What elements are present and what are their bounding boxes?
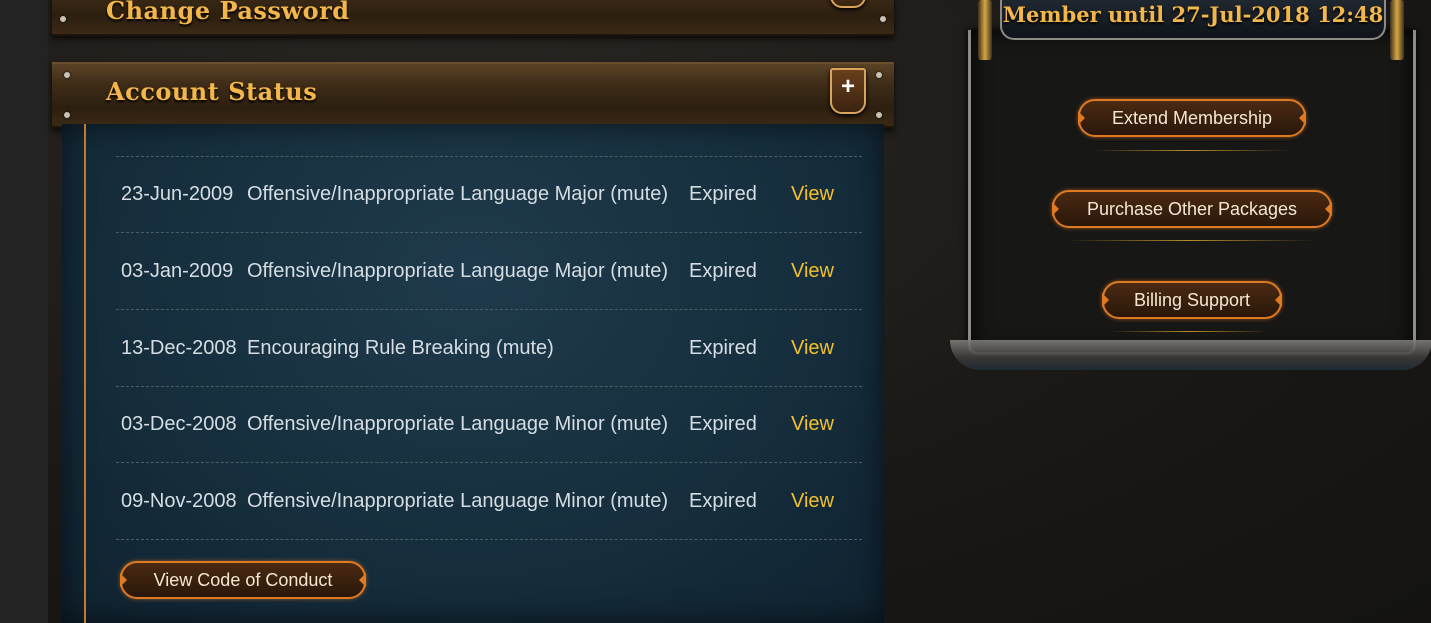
offence-row: 03-Jan-2009 Offensive/Inappropriate Lang…: [116, 233, 862, 310]
offence-row: 03-Dec-2008 Offensive/Inappropriate Lang…: [116, 386, 862, 463]
membership-panel: Member until 27-Jul-2018 12:48 Extend Me…: [950, 0, 1431, 380]
offence-row: 23-Jun-2009 Offensive/Inappropriate Lang…: [116, 156, 862, 233]
change-password-header[interactable]: Change Password: [52, 0, 894, 36]
view-code-of-conduct-button[interactable]: View Code of Conduct: [120, 561, 366, 599]
pillar-ornament-left: [978, 0, 992, 60]
account-status-title: Account Status: [106, 77, 318, 106]
membership-expiry-banner: Member until 27-Jul-2018 12:48: [1000, 0, 1386, 40]
view-offence-link[interactable]: View: [791, 386, 834, 462]
view-offence-link[interactable]: View: [791, 463, 834, 539]
page-left-margin: [0, 0, 48, 623]
pillar-ornament-right: [1390, 0, 1404, 60]
offence-status: Expired: [689, 337, 757, 359]
divider: [1110, 331, 1270, 332]
offence-row-partial: [116, 122, 862, 157]
offence-date: 03-Jan-2009: [121, 260, 234, 282]
divider: [1065, 240, 1315, 241]
offence-type: Offensive/Inappropriate Language Minor (…: [247, 490, 668, 512]
offence-type: Encouraging Rule Breaking (mute): [247, 337, 554, 359]
account-status-panel: 23-Jun-2009 Offensive/Inappropriate Lang…: [62, 124, 884, 623]
offence-status: Expired: [689, 260, 757, 282]
offence-row: 13-Dec-2008 Encouraging Rule Breaking (m…: [116, 310, 862, 387]
account-status-header[interactable]: Account Status +: [52, 62, 894, 128]
change-password-toggle-icon[interactable]: [830, 0, 866, 8]
divider: [1090, 150, 1290, 151]
membership-frame-ornament: [950, 340, 1431, 370]
offence-type: Offensive/Inappropriate Language Major (…: [247, 183, 668, 205]
change-password-title: Change Password: [106, 0, 350, 25]
offence-date: 09-Nov-2008: [121, 490, 237, 512]
offence-type: Offensive/Inappropriate Language Minor (…: [247, 413, 668, 435]
expand-plus-icon[interactable]: +: [830, 68, 866, 114]
offence-status: Expired: [689, 413, 757, 435]
offence-type: Offensive/Inappropriate Language Major (…: [247, 260, 668, 282]
nail-icon: [876, 72, 882, 78]
offence-row: 09-Nov-2008 Offensive/Inappropriate Lang…: [116, 463, 862, 540]
nail-icon: [880, 16, 886, 22]
offence-date: 23-Jun-2009: [121, 183, 234, 205]
offence-date: 13-Dec-2008: [121, 337, 237, 359]
offence-status: Expired: [689, 183, 757, 205]
billing-support-button[interactable]: Billing Support: [1102, 281, 1282, 319]
offence-status: Expired: [689, 490, 757, 512]
nail-icon: [64, 72, 70, 78]
nail-icon: [60, 16, 66, 22]
extend-membership-button[interactable]: Extend Membership: [1078, 99, 1306, 137]
view-offence-link[interactable]: View: [791, 156, 834, 232]
offence-date: 03-Dec-2008: [121, 413, 237, 435]
panel-edge: [84, 124, 86, 623]
nail-icon: [876, 112, 882, 118]
purchase-other-packages-button[interactable]: Purchase Other Packages: [1052, 190, 1332, 228]
nail-icon: [64, 112, 70, 118]
view-offence-link[interactable]: View: [791, 310, 834, 386]
view-offence-link[interactable]: View: [791, 233, 834, 309]
